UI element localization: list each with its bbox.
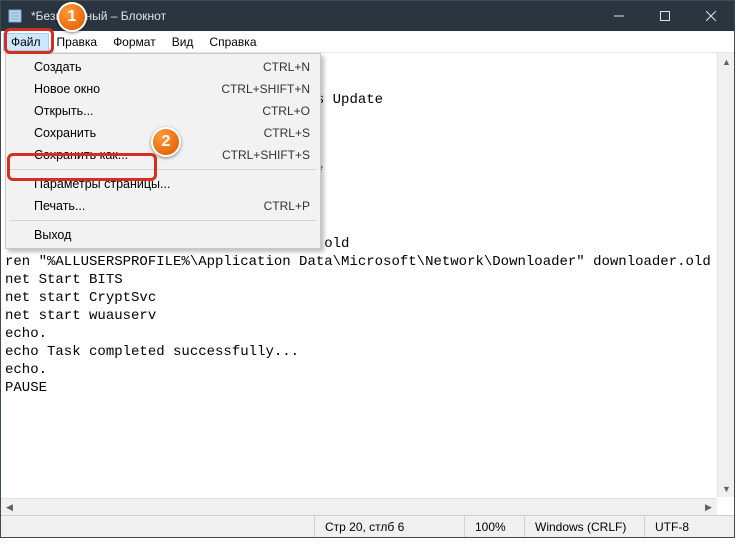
menu-item-label: Новое окно: [34, 82, 221, 96]
horizontal-scrollbar[interactable]: ◀ ▶: [1, 498, 717, 515]
scroll-right-icon[interactable]: ▶: [700, 499, 717, 516]
window-title: *Безымянный – Блокнот: [29, 9, 596, 23]
menu-new-window[interactable]: Новое окно CTRL+SHIFT+N: [8, 78, 318, 100]
menu-item-label: Создать: [34, 60, 263, 74]
minimize-button[interactable]: [596, 1, 642, 31]
menu-item-shortcut: CTRL+N: [263, 60, 310, 74]
status-zoom: 100%: [464, 516, 524, 537]
menu-file[interactable]: Файл: [3, 33, 49, 51]
menu-print[interactable]: Печать... CTRL+P: [8, 195, 318, 217]
titlebar: *Безымянный – Блокнот: [1, 1, 734, 31]
status-encoding: UTF-8: [644, 516, 734, 537]
menu-item-shortcut: CTRL+SHIFT+S: [222, 148, 310, 162]
menu-create[interactable]: Создать CTRL+N: [8, 56, 318, 78]
close-button[interactable]: [688, 1, 734, 31]
menu-exit[interactable]: Выход: [8, 224, 318, 246]
menu-item-label: Печать...: [34, 199, 264, 213]
menu-view[interactable]: Вид: [164, 33, 202, 51]
scroll-left-icon[interactable]: ◀: [1, 499, 18, 516]
menu-format[interactable]: Формат: [105, 33, 164, 51]
menu-item-shortcut: CTRL+O: [262, 104, 310, 118]
vertical-scrollbar[interactable]: ▲ ▼: [717, 53, 734, 497]
status-position: Стр 20, стлб 6: [314, 516, 464, 537]
menu-edit[interactable]: Правка: [49, 33, 106, 51]
notepad-icon: [7, 8, 23, 24]
menu-item-label: Параметры страницы...: [34, 177, 310, 191]
menu-item-shortcut: CTRL+SHIFT+N: [221, 82, 310, 96]
status-eol: Windows (CRLF): [524, 516, 644, 537]
menu-help[interactable]: Справка: [201, 33, 264, 51]
menu-item-label: Выход: [34, 228, 310, 242]
menu-item-label: Сохранить как...: [34, 148, 222, 162]
menu-separator: [10, 169, 316, 170]
menu-item-shortcut: CTRL+P: [264, 199, 310, 213]
menubar: Файл Правка Формат Вид Справка: [1, 31, 734, 53]
menu-item-label: Сохранить: [34, 126, 264, 140]
scroll-down-icon[interactable]: ▼: [718, 480, 735, 497]
statusbar: Стр 20, стлб 6 100% Windows (CRLF) UTF-8: [1, 515, 734, 537]
menu-page-setup[interactable]: Параметры страницы...: [8, 173, 318, 195]
file-menu-dropdown: Создать CTRL+N Новое окно CTRL+SHIFT+N О…: [5, 53, 321, 249]
scroll-up-icon[interactable]: ▲: [718, 53, 735, 70]
maximize-button[interactable]: [642, 1, 688, 31]
menu-open[interactable]: Открыть... CTRL+O: [8, 100, 318, 122]
menu-save-as[interactable]: Сохранить как... CTRL+SHIFT+S: [8, 144, 318, 166]
menu-item-shortcut: CTRL+S: [264, 126, 310, 140]
menu-separator: [10, 220, 316, 221]
menu-item-label: Открыть...: [34, 104, 262, 118]
notepad-window: *Безымянный – Блокнот Файл Правка Формат…: [0, 0, 735, 538]
menu-save[interactable]: Сохранить CTRL+S: [8, 122, 318, 144]
